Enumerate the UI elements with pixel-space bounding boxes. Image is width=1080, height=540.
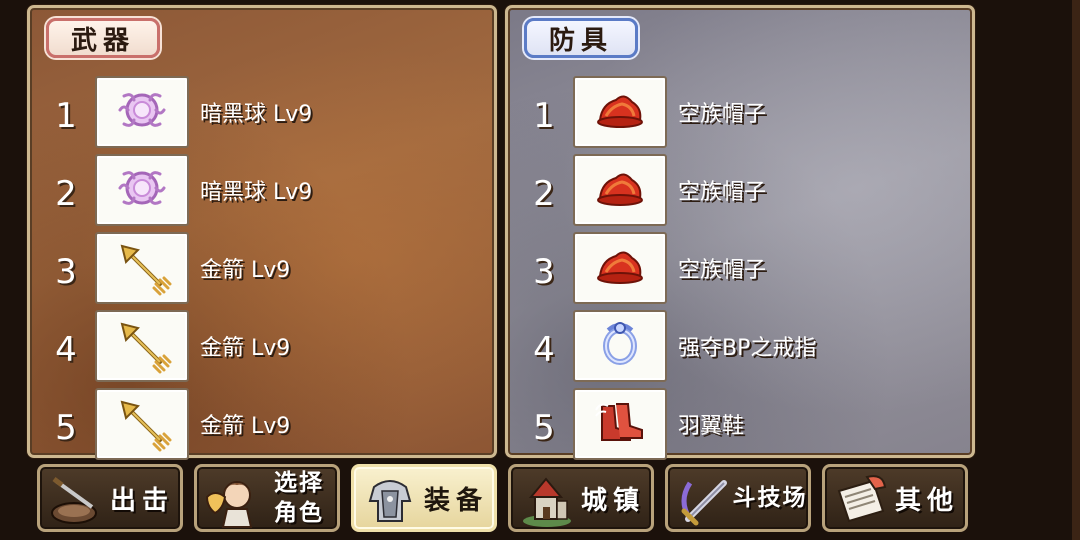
nav-label: 出击: [109, 485, 174, 516]
item-name: 金箭 Lv9: [200, 414, 291, 439]
weapon-slot-2[interactable]: 2 暗黑球 Lv9: [30, 154, 494, 228]
nav-label: 斗技场: [732, 485, 808, 511]
screen-edge: [1072, 0, 1080, 540]
item-icon-frame[interactable]: [95, 310, 189, 382]
nav-label: 装备: [423, 485, 488, 516]
item-name: 空族帽子: [678, 102, 767, 127]
item-name: 暗黑球 Lv9: [200, 102, 313, 127]
red-hat-icon: [592, 242, 648, 294]
town-icon: [517, 471, 577, 531]
item-name: 金箭 Lv9: [200, 258, 291, 283]
red-hat-icon: [592, 164, 648, 216]
weapon-slot-5[interactable]: 5 金箭 Lv9: [30, 388, 494, 462]
armor-title: 防具: [524, 18, 638, 58]
slot-number: 3: [533, 252, 555, 292]
nav-button-1[interactable]: 出击: [37, 464, 183, 532]
slot-number: 4: [55, 330, 77, 370]
item-name: 空族帽子: [678, 258, 767, 283]
armor-icon: [360, 471, 420, 531]
slot-number: 2: [533, 174, 555, 214]
item-icon-frame[interactable]: [95, 232, 189, 304]
item-name: 羽翼鞋: [678, 414, 745, 439]
dark-orb-icon: [114, 82, 170, 142]
nav-button-5[interactable]: 斗技场: [665, 464, 811, 532]
armor-slot-5[interactable]: 5 羽翼鞋: [508, 388, 972, 462]
slot-number: 5: [533, 408, 555, 448]
weapons-title: 武器: [46, 18, 160, 58]
nav-button-6[interactable]: 其他: [822, 464, 968, 532]
scroll-icon: [831, 471, 891, 531]
item-icon-frame[interactable]: [573, 388, 667, 460]
item-name: 强夺BP之戒指: [678, 336, 817, 361]
slot-number: 1: [533, 96, 555, 136]
nav-label: 城镇: [580, 485, 645, 516]
dark-orb-icon: [114, 160, 170, 220]
item-icon-frame[interactable]: [573, 310, 667, 382]
armor-slot-4[interactable]: 4 强夺BP之戒指: [508, 310, 972, 384]
nav-label: 选择 角色: [274, 470, 324, 526]
weapon-slot-1[interactable]: 1 暗黑球 Lv9: [30, 76, 494, 150]
item-name: 金箭 Lv9: [200, 336, 291, 361]
gold-arrow-icon: [112, 314, 172, 378]
sortie-icon: [46, 471, 106, 531]
weapon-slot-3[interactable]: 3 金箭 Lv9: [30, 232, 494, 306]
nav-button-4[interactable]: 城镇: [508, 464, 654, 532]
weapons-panel: 武器 1 暗黑球 Lv9 2 暗黑球 Lv9 3 金箭 Lv9 4 金箭 Lv9 5 金箭 Lv9: [27, 5, 497, 460]
item-icon-frame[interactable]: [573, 154, 667, 226]
slot-number: 2: [55, 174, 77, 214]
item-icon-frame[interactable]: [95, 388, 189, 460]
weapon-slot-4[interactable]: 4 金箭 Lv9: [30, 310, 494, 384]
nav-button-2[interactable]: 选择 角色: [194, 464, 340, 532]
gold-arrow-icon: [112, 392, 172, 456]
slot-number: 3: [55, 252, 77, 292]
item-name: 空族帽子: [678, 180, 767, 205]
item-name: 暗黑球 Lv9: [200, 180, 313, 205]
item-icon-frame[interactable]: [573, 76, 667, 148]
nav-label: 其他: [894, 485, 959, 516]
armor-slot-1[interactable]: 1 空族帽子: [508, 76, 972, 150]
slot-number: 4: [533, 330, 555, 370]
arena-sword-icon: [674, 471, 734, 531]
slot-number: 1: [55, 96, 77, 136]
gold-arrow-icon: [112, 236, 172, 300]
character-select-icon: [203, 471, 263, 531]
red-hat-icon: [592, 86, 648, 138]
slot-number: 5: [55, 408, 77, 448]
ring-icon: [592, 316, 648, 376]
nav-button-3[interactable]: 装备: [351, 464, 497, 532]
armor-panel: 防具 1 空族帽子 2 空族帽子 3 空族帽子 4 强夺BP之戒指 5 羽翼鞋: [505, 5, 975, 460]
winged-shoes-icon: [590, 394, 650, 454]
armor-slot-3[interactable]: 3 空族帽子: [508, 232, 972, 306]
armor-slot-2[interactable]: 2 空族帽子: [508, 154, 972, 228]
item-icon-frame[interactable]: [95, 76, 189, 148]
item-icon-frame[interactable]: [573, 232, 667, 304]
item-icon-frame[interactable]: [95, 154, 189, 226]
